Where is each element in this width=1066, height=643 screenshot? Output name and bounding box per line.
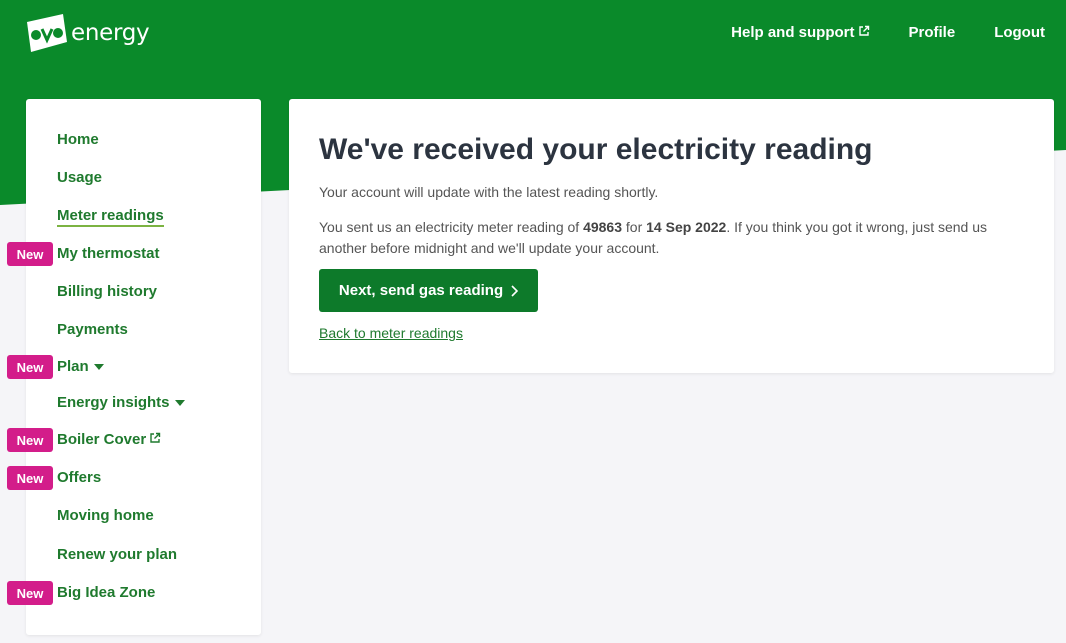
new-badge: New — [7, 581, 53, 605]
sidebar-item-plan[interactable]: New Plan — [7, 355, 104, 379]
new-badge: New — [7, 242, 53, 266]
header: energy Help and support Profile Logout — [0, 0, 1066, 68]
reading-summary: You sent us an electricity meter reading… — [319, 217, 1034, 259]
reading-summary-prefix: You sent us an electricity meter reading… — [319, 219, 584, 235]
sidebar-item-my-thermostat[interactable]: New My thermostat — [7, 242, 160, 266]
sidebar-item-label: Moving home — [57, 507, 154, 524]
sidebar-item-label: Payments — [57, 321, 128, 338]
sidebar-item-usage[interactable]: Usage — [57, 169, 102, 186]
sidebar-item-label: Boiler Cover — [57, 431, 147, 448]
new-badge: New — [7, 428, 53, 452]
sidebar-item-label: Home — [57, 131, 99, 148]
sidebar-item-home[interactable]: Home — [57, 131, 99, 148]
button-label: Next, send gas reading — [338, 282, 504, 299]
sidebar-item-renew-your-plan[interactable]: Renew your plan — [57, 546, 177, 563]
sidebar-item-payments[interactable]: Payments — [57, 321, 128, 338]
external-link-icon — [858, 25, 869, 36]
caret-down-icon — [174, 399, 185, 406]
new-badge: New — [7, 355, 53, 379]
help-and-support-link[interactable]: Help and support — [731, 24, 869, 41]
sidebar-item-label: Plan — [57, 358, 89, 375]
sidebar-item-energy-insights[interactable]: Energy insights — [57, 394, 185, 411]
ovo-logo[interactable]: energy — [25, 12, 150, 54]
help-and-support-label: Help and support — [731, 24, 855, 41]
update-message: Your account will update with the latest… — [319, 184, 659, 200]
sidebar-item-label: Usage — [57, 169, 103, 186]
sidebar-item-label: My thermostat — [57, 245, 160, 262]
external-link-icon — [150, 432, 161, 443]
back-to-meter-readings-link[interactable]: Back to meter readings — [319, 325, 463, 341]
logout-link[interactable]: Logout — [994, 24, 1045, 41]
sidebar-item-label: Meter readings — [57, 207, 164, 224]
sidebar: Home Usage Meter readings New My thermos… — [7, 99, 261, 635]
sidebar-item-label: Energy insights — [57, 394, 170, 411]
sidebar-item-meter-readings[interactable]: Meter readings — [57, 207, 164, 227]
confirmation-card: We've received your electricity reading … — [289, 99, 1054, 373]
ovo-logo-icon — [27, 14, 67, 52]
sidebar-item-moving-home[interactable]: Moving home — [57, 507, 154, 524]
reading-date: 14 Sep 2022 — [646, 219, 727, 235]
page-title: We've received your electricity reading — [319, 133, 873, 166]
profile-link[interactable]: Profile — [909, 24, 956, 41]
reading-value: 49863 — [583, 219, 623, 235]
next-send-gas-reading-button[interactable]: Next, send gas reading — [319, 269, 538, 312]
sidebar-item-label: Big Idea Zone — [57, 584, 156, 601]
sidebar-item-boiler-cover[interactable]: New Boiler Cover — [7, 428, 161, 452]
sidebar-item-billing-history[interactable]: Billing history — [57, 283, 157, 300]
logo-text: energy — [71, 20, 150, 46]
caret-down-icon — [93, 363, 104, 370]
chevron-right-icon — [511, 284, 519, 297]
sidebar-item-offers[interactable]: New Offers — [7, 466, 102, 490]
sidebar-item-big-idea-zone[interactable]: New Big Idea Zone — [7, 581, 156, 605]
reading-summary-mid: for — [622, 219, 647, 235]
sidebar-item-label: Renew your plan — [57, 546, 178, 563]
new-badge: New — [7, 466, 53, 490]
top-navigation: Help and support Profile Logout — [731, 24, 1045, 41]
sidebar-item-label: Offers — [57, 469, 102, 486]
sidebar-item-label: Billing history — [57, 283, 158, 300]
